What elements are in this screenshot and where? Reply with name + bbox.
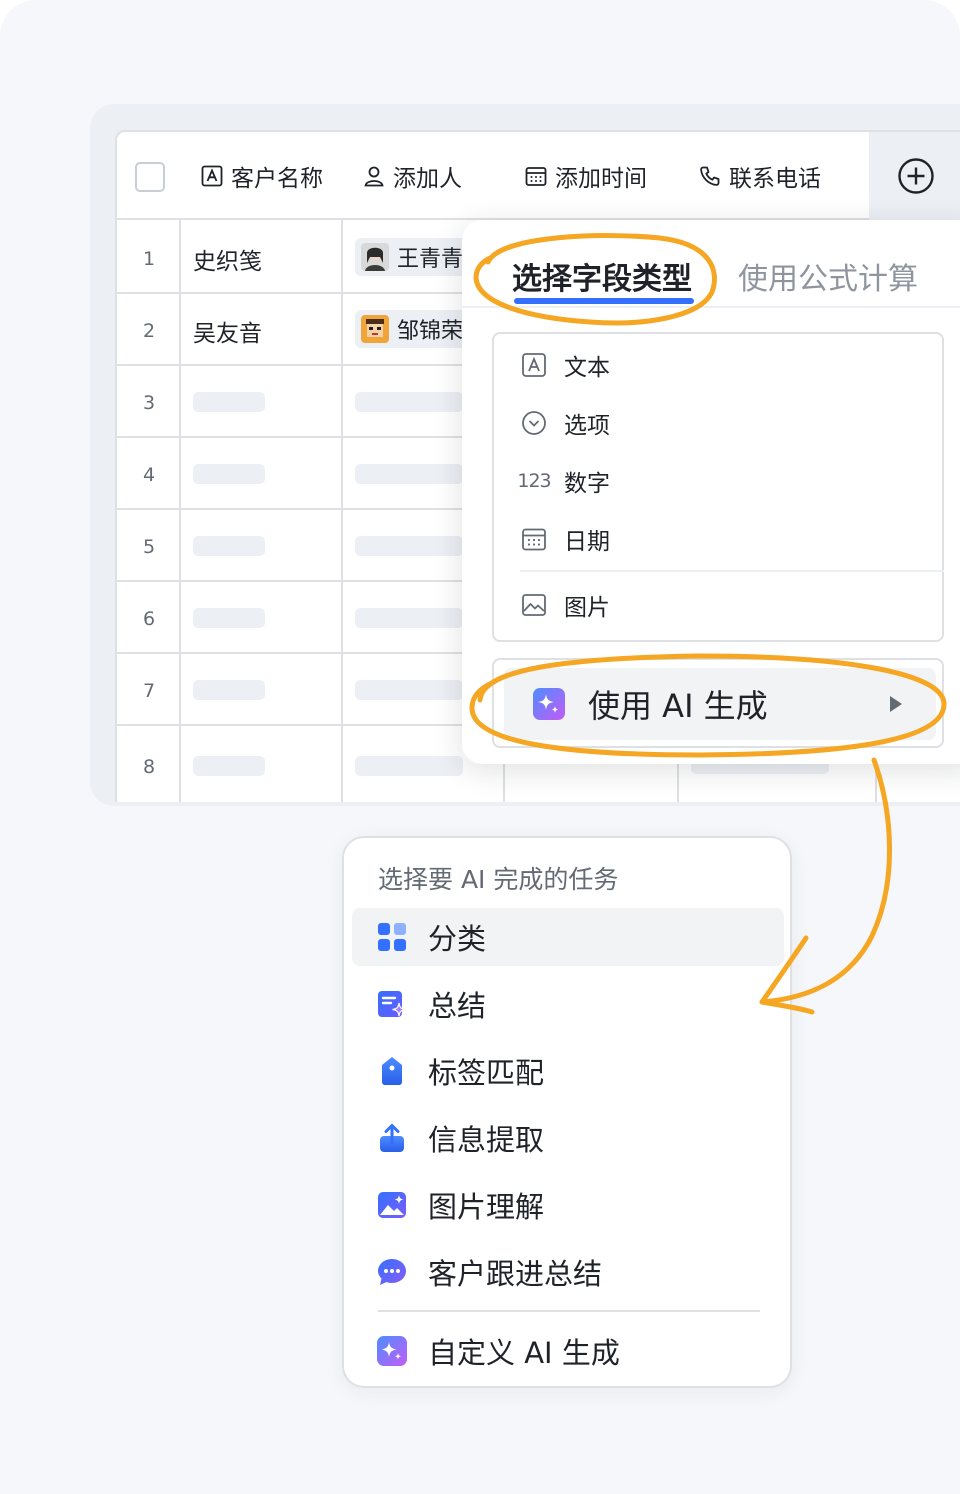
task-tag-match[interactable]: 标签匹配 (352, 1042, 784, 1100)
ai-sparkle-icon (533, 688, 565, 720)
chat-bubble-icon (378, 1259, 406, 1285)
field-type-option[interactable]: 选项 (520, 406, 610, 440)
person-name: 邹锦荣 (397, 319, 464, 344)
tag-icon (382, 1057, 402, 1085)
plus-circle-icon (897, 158, 934, 194)
summary-doc-icon (378, 991, 406, 1017)
upload-extract-icon (380, 1124, 404, 1152)
task-label: 标签匹配 (428, 1056, 545, 1090)
row-number: 6 (142, 608, 156, 630)
ai-task-title: 选择要 AI 完成的任务 (378, 865, 619, 894)
task-label: 图片理解 (428, 1190, 545, 1224)
placeholder-cell (355, 756, 463, 776)
list-divider (520, 570, 944, 572)
placeholder-cell (355, 392, 463, 412)
calendar-icon (525, 167, 547, 186)
row-number: 4 (142, 464, 156, 486)
header-customer-name[interactable]: 客户名称 (201, 132, 323, 220)
field-type-label: 选项 (564, 413, 610, 439)
phone-icon (700, 166, 720, 186)
text-field-icon (520, 351, 548, 379)
grid-classify-icon (378, 923, 406, 951)
placeholder-cell (355, 536, 463, 556)
placeholder-cell (193, 608, 265, 628)
submenu-arrow-icon (890, 696, 902, 712)
option-circle-icon (520, 409, 548, 437)
picture-understand-icon (378, 1192, 406, 1218)
table-header: 客户名称 添加人 添加时间 联系电话 (117, 132, 960, 220)
task-divider (378, 1310, 760, 1312)
ai-generate-button[interactable]: 使用 AI 生成 (504, 668, 936, 740)
tab-formula[interactable]: 使用公式计算 (738, 254, 918, 298)
add-column-button[interactable] (869, 132, 960, 220)
field-type-label: 数字 (564, 471, 610, 497)
field-type-label: 文本 (564, 355, 610, 381)
header-label: 客户名称 (231, 166, 323, 192)
field-type-text[interactable]: 文本 (520, 348, 610, 382)
task-label: 客户跟进总结 (428, 1257, 603, 1291)
customer-name-cell[interactable]: 吴友音 (193, 314, 262, 348)
ai-task-popup: 选择要 AI 完成的任务 分类 总结 标签匹配 信息提取 图片理解 客户跟进总结… (342, 836, 792, 1388)
task-label: 信息提取 (428, 1123, 545, 1157)
field-type-image[interactable]: 图片 (520, 588, 610, 622)
tab-select-field-type[interactable]: 选择字段类型 (512, 254, 692, 298)
calendar-icon (520, 525, 548, 553)
number-123-icon: 123 (517, 470, 551, 492)
header-label: 添加时间 (555, 166, 647, 192)
row-number: 7 (142, 680, 156, 702)
task-image-understand[interactable]: 图片理解 (352, 1176, 784, 1234)
active-tab-indicator (514, 298, 694, 304)
task-label: 分类 (428, 922, 487, 956)
placeholder-cell (193, 680, 265, 700)
task-summary[interactable]: 总结 (352, 975, 784, 1033)
avatar (361, 243, 389, 271)
task-custom-ai[interactable]: 自定义 AI 生成 (352, 1322, 784, 1380)
placeholder-cell (355, 680, 463, 700)
row-number: 8 (142, 756, 156, 778)
header-added-time[interactable]: 添加时间 (525, 132, 647, 220)
task-label: 总结 (428, 989, 487, 1023)
task-label: 自定义 AI 生成 (428, 1336, 620, 1370)
field-type-date[interactable]: 日期 (520, 522, 610, 556)
person-name: 王青青 (397, 247, 464, 272)
task-customer-followup[interactable]: 客户跟进总结 (352, 1243, 784, 1301)
ai-generate-label: 使用 AI 生成 (588, 687, 768, 725)
row-number: 3 (142, 392, 156, 414)
placeholder-cell (193, 464, 265, 484)
person-icon (364, 166, 384, 187)
field-type-label: 日期 (564, 529, 610, 555)
row-number: 5 (142, 536, 156, 558)
header-label: 联系电话 (729, 166, 821, 192)
field-type-number[interactable]: 123 数字 (517, 464, 610, 498)
placeholder-cell (355, 464, 463, 484)
row-number: 2 (142, 320, 156, 342)
field-type-list: 文本 选项 123 数字 日期 图片 (492, 332, 944, 642)
placeholder-cell (193, 536, 265, 556)
placeholder-cell (193, 756, 265, 776)
placeholder-cell (193, 392, 265, 412)
text-field-icon (201, 165, 223, 187)
ai-sparkle-icon (377, 1336, 407, 1366)
customer-name-cell[interactable]: 史织笺 (193, 242, 262, 276)
header-label: 添加人 (393, 166, 462, 192)
task-classify[interactable]: 分类 (352, 908, 784, 966)
header-phone[interactable]: 联系电话 (699, 132, 821, 220)
ai-generate-box: 使用 AI 生成 (492, 658, 944, 748)
task-info-extract[interactable]: 信息提取 (352, 1109, 784, 1167)
col-divider (341, 132, 343, 802)
tabs-divider (462, 306, 960, 308)
row-number: 1 (142, 248, 156, 270)
select-all-checkbox[interactable] (135, 162, 165, 192)
field-type-popup: 选择字段类型 使用公式计算 文本 选项 123 数字 日期 图片 使用 AI 生… (462, 220, 960, 764)
field-type-label: 图片 (564, 595, 610, 621)
image-icon (520, 591, 548, 619)
header-added-by[interactable]: 添加人 (363, 132, 462, 220)
placeholder-cell (355, 608, 463, 628)
avatar (361, 315, 389, 343)
